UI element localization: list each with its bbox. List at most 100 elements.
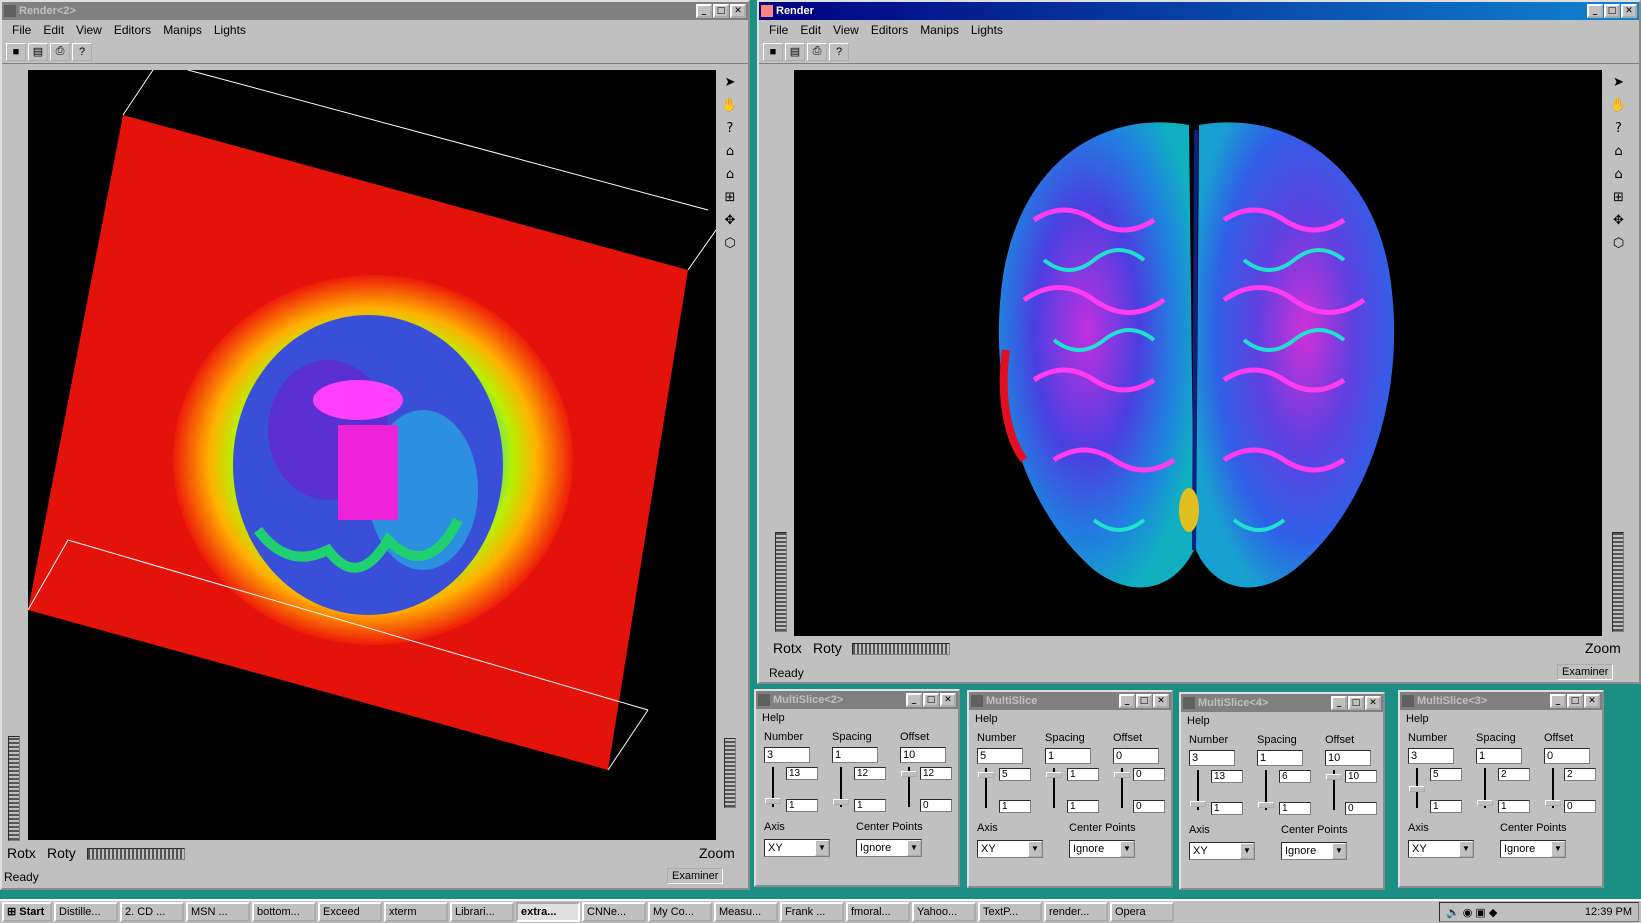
menu-help[interactable]: Help	[1400, 710, 1602, 728]
title-bar[interactable]: MultiSlice<2> _ □ ✕	[756, 691, 958, 709]
taskbar-button[interactable]: CNNe...	[582, 902, 646, 922]
taskbar-button[interactable]: 2. CD ...	[120, 902, 184, 922]
pointer-icon[interactable]: ➤	[719, 71, 741, 93]
offset-slider-knob[interactable]	[1326, 774, 1342, 780]
chevron-down-icon[interactable]: ▼	[1120, 841, 1134, 857]
close-button[interactable]: ✕	[940, 693, 956, 707]
title-bar[interactable]: Render<2> _ □ ✕	[2, 2, 748, 20]
center-points-select[interactable]: Ignore ▼	[856, 839, 922, 857]
axis-select[interactable]: XY ▼	[1408, 840, 1474, 858]
menu-manips[interactable]: Manips	[157, 23, 208, 37]
taskbar-button[interactable]: MSN ...	[186, 902, 250, 922]
minimize-button[interactable]: _	[1119, 694, 1135, 708]
chevron-down-icon[interactable]: ▼	[1332, 843, 1346, 859]
close-button[interactable]: ✕	[1153, 694, 1169, 708]
taskbar-button[interactable]: fmoral...	[846, 902, 910, 922]
number-slider-knob[interactable]	[978, 772, 994, 778]
menu-help[interactable]: Help	[1181, 712, 1383, 730]
print-icon[interactable]: ⎙	[50, 42, 70, 61]
render-window-left[interactable]: Render<2> _ □ ✕ File Edit View Editors M…	[0, 0, 750, 890]
taskbar-button-active[interactable]: extra...	[516, 902, 580, 922]
minimize-button[interactable]: _	[1550, 694, 1566, 708]
multislice-panel[interactable]: MultiSlice<3> _ □ ✕ Help Number Spacing …	[1398, 690, 1604, 888]
axis-select[interactable]: XY ▼	[977, 840, 1043, 858]
maximize-button[interactable]: □	[923, 693, 939, 707]
spacing-field[interactable]: 1	[1257, 750, 1303, 766]
title-bar[interactable]: MultiSlice<3> _ □ ✕	[1400, 692, 1602, 710]
number-slider-knob[interactable]	[765, 798, 781, 804]
multislice-panel[interactable]: MultiSlice<2> _ □ ✕ Help Number Spacing …	[754, 689, 960, 887]
taskbar-button[interactable]: xterm	[384, 902, 448, 922]
minimize-button[interactable]: _	[1587, 4, 1603, 18]
number-slider-knob[interactable]	[1190, 801, 1206, 807]
number-field[interactable]: 3	[764, 747, 810, 763]
offset-field[interactable]: 0	[1113, 748, 1159, 764]
maximize-button[interactable]: □	[1136, 694, 1152, 708]
taskbar-button[interactable]: Distille...	[54, 902, 118, 922]
menu-editors[interactable]: Editors	[865, 23, 914, 37]
spacing-slider-knob[interactable]	[833, 799, 849, 805]
home-icon[interactable]: ⌂	[719, 140, 741, 162]
menu-manips[interactable]: Manips	[914, 23, 965, 37]
menu-lights[interactable]: Lights	[965, 23, 1009, 37]
minimize-button[interactable]: _	[906, 693, 922, 707]
taskbar-button[interactable]: render...	[1044, 902, 1108, 922]
chevron-down-icon[interactable]: ▼	[815, 840, 829, 856]
spacing-field[interactable]: 1	[1476, 748, 1522, 764]
offset-slider-knob[interactable]	[901, 771, 917, 777]
spacing-slider-knob[interactable]	[1046, 772, 1062, 778]
multislice-panel[interactable]: MultiSlice<4> _ □ ✕ Help Number Spacing …	[1179, 692, 1385, 890]
offset-field[interactable]: 0	[1544, 748, 1590, 764]
taskbar-button[interactable]: Yahoo...	[912, 902, 976, 922]
clock[interactable]: 12:39 PM	[1585, 906, 1632, 918]
start-button[interactable]: ⊞ Start	[2, 902, 52, 922]
taskbar-button[interactable]: Measu...	[714, 902, 778, 922]
menu-view[interactable]: View	[70, 23, 108, 37]
set-home-icon[interactable]: ⌂	[719, 163, 741, 185]
number-slider-knob[interactable]	[1409, 786, 1425, 792]
center-points-select[interactable]: Ignore ▼	[1500, 840, 1566, 858]
maximize-button[interactable]: □	[1348, 696, 1364, 710]
offset-field[interactable]: 10	[900, 747, 946, 763]
menu-help[interactable]: Help	[969, 710, 1171, 728]
menu-edit[interactable]: Edit	[794, 23, 827, 37]
title-bar[interactable]: Render _ □ ✕	[759, 2, 1639, 20]
close-button[interactable]: ✕	[1584, 694, 1600, 708]
spacing-slider-knob[interactable]	[1258, 802, 1274, 808]
menu-editors[interactable]: Editors	[108, 23, 157, 37]
seek-icon[interactable]: ✥	[1608, 209, 1630, 231]
close-button[interactable]: ✕	[730, 4, 746, 18]
multislice-panel[interactable]: MultiSlice _ □ ✕ Help Number Spacing Off…	[967, 690, 1173, 888]
help-icon[interactable]: ?	[829, 42, 849, 61]
copy-icon[interactable]: ▤	[28, 42, 48, 61]
spacing-field[interactable]: 1	[1045, 748, 1091, 764]
question-icon[interactable]: ?	[1608, 117, 1630, 139]
menu-help[interactable]: Help	[756, 709, 958, 727]
offset-slider-knob[interactable]	[1114, 772, 1130, 778]
axis-select[interactable]: XY ▼	[1189, 842, 1255, 860]
home-icon[interactable]: ⌂	[1608, 140, 1630, 162]
title-bar[interactable]: MultiSlice _ □ ✕	[969, 692, 1171, 710]
roty-wheel[interactable]	[87, 848, 185, 860]
view-all-icon[interactable]: ⊞	[719, 186, 741, 208]
taskbar-button[interactable]: Librari...	[450, 902, 514, 922]
close-button[interactable]: ✕	[1621, 4, 1637, 18]
chevron-down-icon[interactable]: ▼	[1240, 843, 1254, 859]
taskbar-button[interactable]: bottom...	[252, 902, 316, 922]
view-all-icon[interactable]: ⊞	[1608, 186, 1630, 208]
hand-icon[interactable]: ✋	[719, 94, 741, 116]
taskbar-button[interactable]: Frank ...	[780, 902, 844, 922]
menu-edit[interactable]: Edit	[37, 23, 70, 37]
number-field[interactable]: 3	[1189, 750, 1235, 766]
dolly-wheel[interactable]	[1612, 532, 1624, 632]
taskbar-button[interactable]: My Co...	[648, 902, 712, 922]
question-icon[interactable]: ?	[719, 117, 741, 139]
maximize-button[interactable]: □	[1567, 694, 1583, 708]
copy-icon[interactable]: ▤	[785, 42, 805, 61]
set-home-icon[interactable]: ⌂	[1608, 163, 1630, 185]
menu-file[interactable]: File	[763, 23, 794, 37]
spacing-field[interactable]: 1	[832, 747, 878, 763]
viewer-3d-brain[interactable]	[794, 70, 1602, 636]
render-window-right[interactable]: Render _ □ ✕ File Edit View Editors Mani…	[757, 0, 1641, 684]
pointer-icon[interactable]: ➤	[1608, 71, 1630, 93]
